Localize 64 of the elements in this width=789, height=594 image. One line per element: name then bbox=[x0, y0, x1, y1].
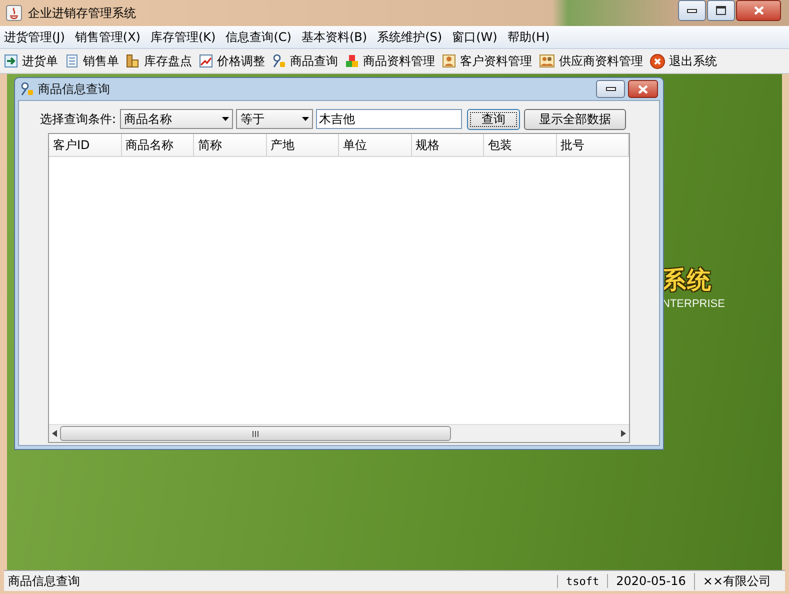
dropdown-arrow-icon bbox=[302, 117, 309, 121]
column-header[interactable]: 规格 bbox=[412, 134, 484, 156]
menu-item[interactable]: 基本资料(B) bbox=[301, 28, 368, 46]
status-text: tsoft bbox=[557, 574, 608, 588]
close-button[interactable] bbox=[736, 0, 781, 21]
window-title: 企业进销存管理系统 bbox=[28, 4, 137, 22]
maximize-button[interactable] bbox=[707, 0, 735, 21]
column-header[interactable]: 产地 bbox=[266, 134, 339, 156]
menu-item[interactable]: 窗口(W) bbox=[452, 28, 498, 46]
menu-item[interactable]: 系统维护(S) bbox=[377, 28, 442, 46]
chart-icon bbox=[199, 54, 213, 68]
people-icon bbox=[539, 54, 555, 68]
toolbar-button[interactable]: 商品资料管理 bbox=[345, 52, 435, 70]
column-header[interactable]: 包装 bbox=[484, 134, 556, 156]
menu-item[interactable]: 销售管理(X) bbox=[74, 28, 140, 46]
column-header[interactable]: 批号 bbox=[556, 134, 629, 156]
window-title: 商品信息查询 bbox=[38, 80, 111, 98]
close-icon bbox=[650, 54, 665, 68]
dropdown-arrow-icon bbox=[222, 117, 230, 121]
scroll-left-icon[interactable] bbox=[52, 430, 57, 437]
toolbar-button[interactable]: 供应商资料管理 bbox=[539, 52, 643, 70]
search-button[interactable]: 查询 bbox=[466, 108, 520, 130]
grip-icon bbox=[252, 430, 259, 436]
close-button[interactable] bbox=[628, 80, 658, 98]
toolbar-button[interactable]: 商品查询 bbox=[272, 52, 338, 70]
minimize-button[interactable] bbox=[596, 80, 625, 98]
minimize-icon bbox=[687, 8, 697, 12]
boxes-icon bbox=[126, 54, 140, 68]
column-header[interactable]: 商品名称 bbox=[122, 134, 194, 156]
toolbar-button[interactable]: 价格调整 bbox=[199, 52, 265, 70]
toolbar-button[interactable]: 客户资料管理 bbox=[442, 52, 532, 70]
field-dropdown[interactable]: 商品名称 bbox=[120, 109, 234, 129]
operator-dropdown[interactable]: 等于 bbox=[236, 109, 313, 129]
menu-item[interactable]: 信息查询(C) bbox=[226, 28, 292, 46]
scroll-right-icon[interactable] bbox=[621, 430, 626, 437]
document-icon bbox=[65, 54, 79, 68]
column-header[interactable]: 单位 bbox=[339, 134, 412, 156]
logo-subtitle: NTERPRISE bbox=[662, 298, 725, 310]
column-header[interactable]: 客户ID bbox=[49, 134, 122, 156]
condition-label: 选择查询条件: bbox=[40, 110, 116, 128]
status-text: 商品信息查询 bbox=[7, 572, 81, 590]
arrow-icon bbox=[4, 54, 18, 68]
toolbar-button[interactable]: 销售单 bbox=[65, 52, 119, 70]
horizontal-scrollbar[interactable] bbox=[49, 424, 629, 442]
toolbar-button[interactable]: 库存盘点 bbox=[126, 52, 192, 70]
maximize-icon bbox=[716, 6, 726, 15]
person-icon bbox=[442, 54, 456, 68]
status-text: 2020-05-16 bbox=[607, 574, 694, 588]
menu-item[interactable]: 进货管理(J) bbox=[4, 28, 65, 46]
search-field[interactable]: 木吉他 bbox=[316, 109, 462, 129]
minimize-button[interactable] bbox=[678, 0, 706, 21]
menu-item[interactable]: 库存管理(K) bbox=[150, 28, 216, 46]
show-all-button[interactable]: 显示全部数据 bbox=[524, 108, 626, 130]
close-icon bbox=[638, 84, 648, 94]
app-icon bbox=[6, 5, 22, 21]
minimize-icon bbox=[606, 87, 616, 91]
toolbar-button[interactable]: 进货单 bbox=[4, 52, 58, 70]
menu-item[interactable]: 帮助(H) bbox=[507, 28, 550, 46]
cubes-icon bbox=[345, 54, 359, 68]
status-text: ××有限公司 bbox=[694, 572, 779, 590]
column-header[interactable]: 简称 bbox=[194, 134, 266, 156]
close-icon bbox=[754, 6, 764, 15]
logo-text: 系统 bbox=[662, 265, 712, 296]
toolbar-button[interactable]: 退出系统 bbox=[650, 52, 717, 70]
